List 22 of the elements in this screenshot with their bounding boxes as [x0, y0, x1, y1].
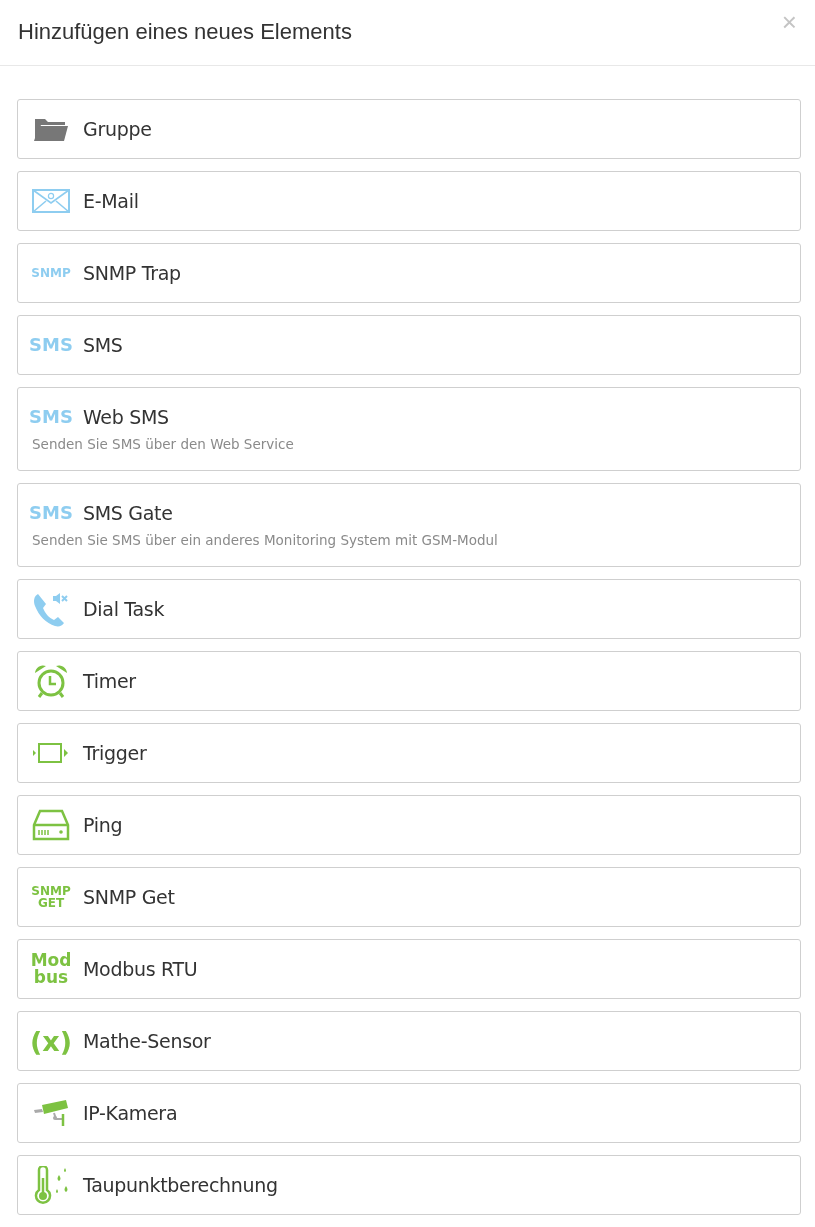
- element-option[interactable]: Dial Task: [17, 579, 801, 639]
- element-option[interactable]: SNMP GET SNMP Get: [17, 867, 801, 927]
- element-option[interactable]: E-Mail: [17, 171, 801, 231]
- text-icon: (x): [29, 1027, 73, 1055]
- element-option[interactable]: SMS SMS: [17, 315, 801, 375]
- text-icon: SMS: [29, 336, 73, 354]
- element-option[interactable]: SMS Web SMS Senden Sie SMS über den Web Service: [17, 387, 801, 471]
- element-option[interactable]: Gruppe: [17, 99, 801, 159]
- element-option[interactable]: IP-Kamera: [17, 1083, 801, 1143]
- element-option[interactable]: Trigger: [17, 723, 801, 783]
- element-option[interactable]: Ping: [17, 795, 801, 855]
- element-option[interactable]: SMS SMS Gate Senden Sie SMS über ein anderes Monitoring System mit GSM-Modul: [17, 483, 801, 567]
- element-option[interactable]: (x) Mathe-Sensor: [17, 1011, 801, 1071]
- text-icon: SNMP GET: [31, 885, 71, 909]
- text-icon: Mod bus: [30, 952, 72, 986]
- text-icon: SNMP: [31, 267, 71, 279]
- element-option[interactable]: SNMP SNMP Trap: [17, 243, 801, 303]
- element-option[interactable]: Timer: [17, 651, 801, 711]
- dialog-title: Hinzufügen eines neues Elements: [18, 19, 352, 46]
- text-icon: SMS: [29, 504, 73, 522]
- element-option[interactable]: Taupunktberechnung: [17, 1155, 801, 1215]
- text-icon: SMS: [29, 408, 73, 426]
